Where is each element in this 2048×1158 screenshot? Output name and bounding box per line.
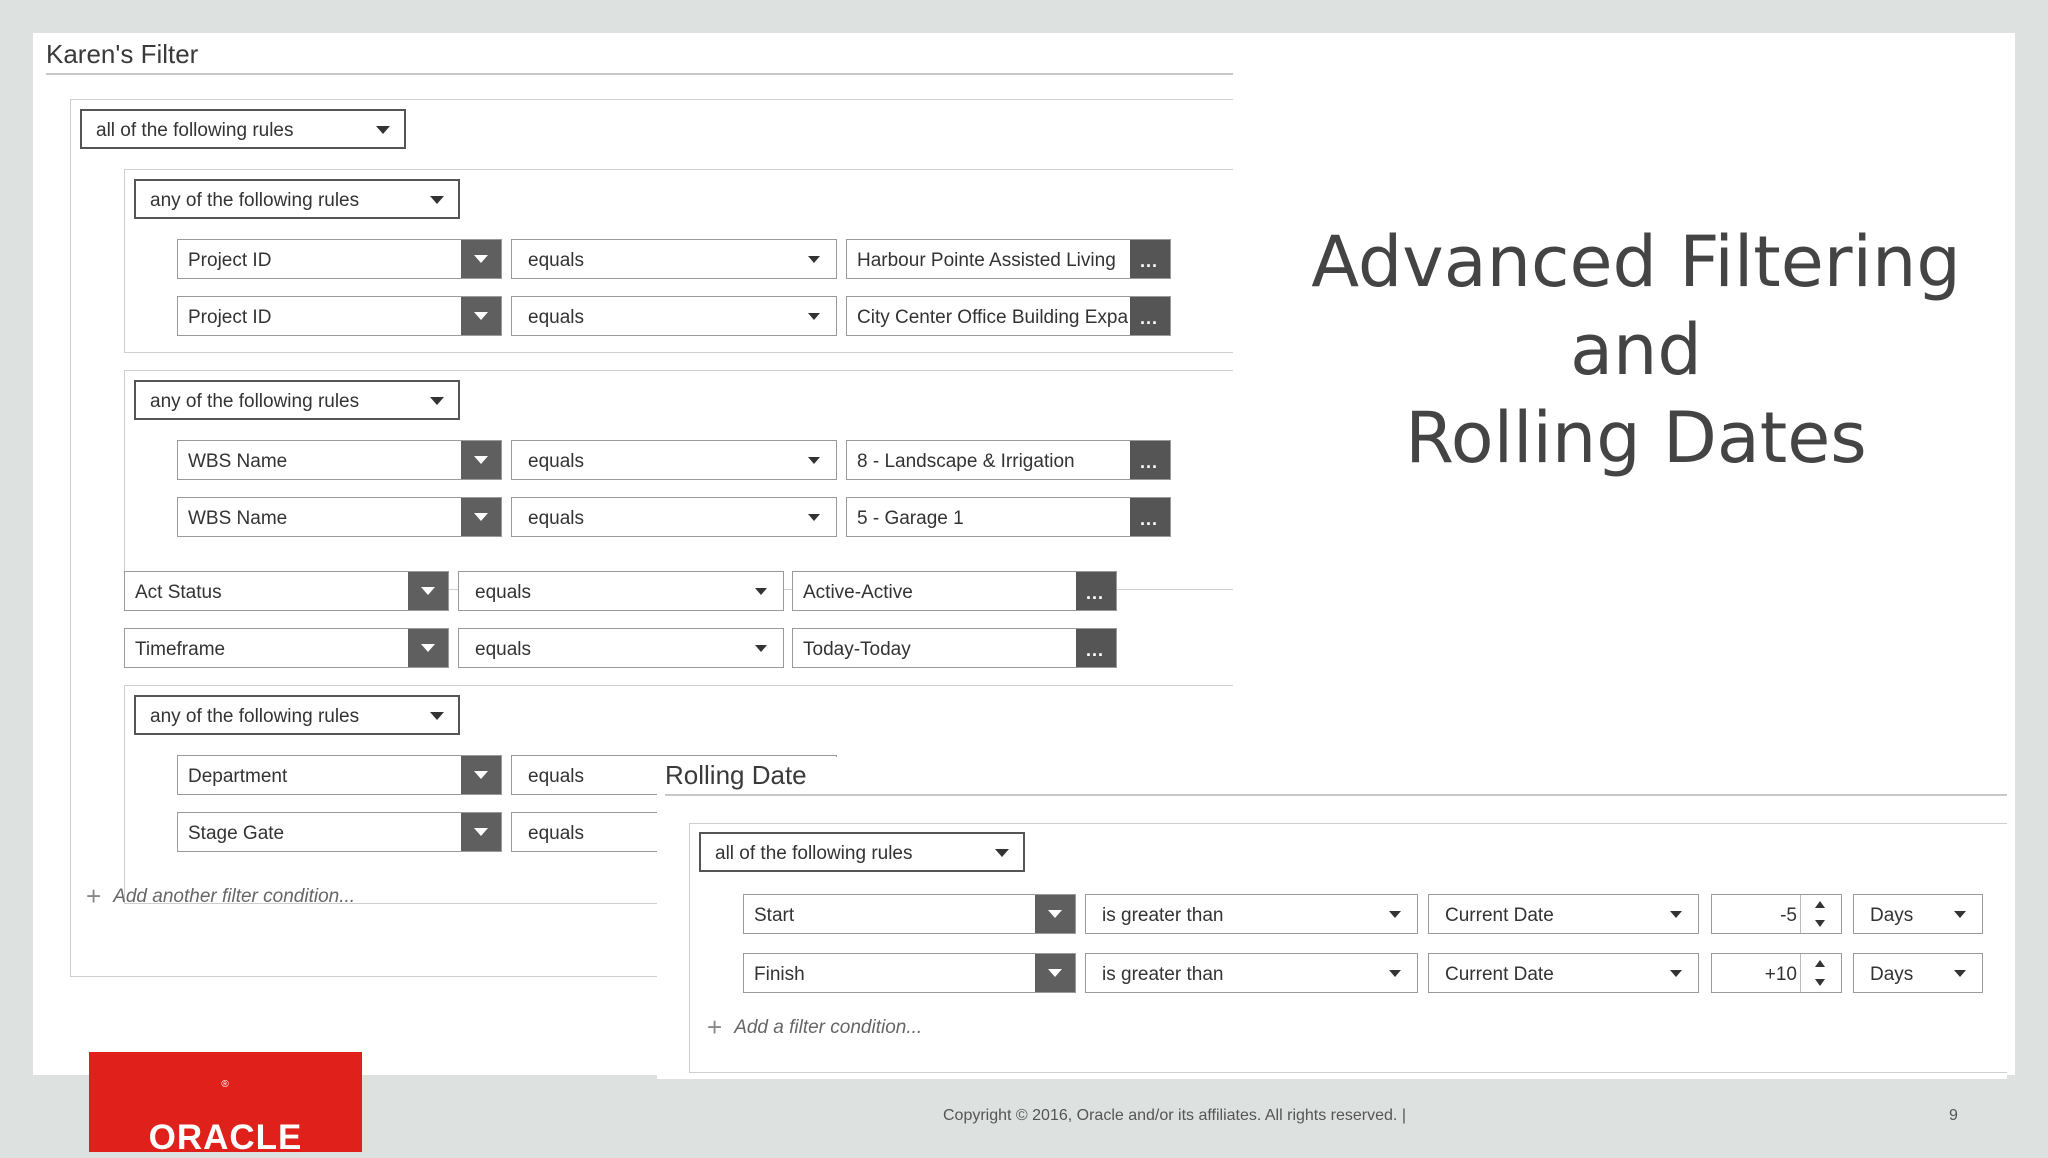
group1-match-dropdown[interactable]: any of the following rules [134,179,460,219]
more-icon: ... [1086,583,1105,603]
reference-date-select[interactable]: Current Date [1428,953,1699,993]
rolling-match-dropdown[interactable]: all of the following rules [699,832,1025,872]
stepper-buttons[interactable] [1800,954,1841,992]
operator-select[interactable]: equals [458,628,784,668]
operator-select[interactable]: equals [458,571,784,611]
chevron-down-icon [808,313,820,320]
add-filter-condition-link[interactable]: + Add a filter condition... [707,1009,922,1042]
offset-stepper[interactable]: -5 [1711,894,1842,934]
operator-select[interactable]: equals [511,440,837,480]
chevron-down-icon [808,256,820,263]
decrement-icon[interactable] [1815,979,1825,986]
group2-match-dropdown[interactable]: any of the following rules [134,380,460,420]
value-field[interactable]: Today-Today ... [792,628,1117,668]
unit-select[interactable]: Days [1853,894,1983,934]
field-select[interactable]: WBS Name [177,497,502,537]
filter-title-divider [46,73,1233,75]
operator-select[interactable]: is greater than [1085,953,1418,993]
field-select[interactable]: Stage Gate [177,812,502,852]
field-select[interactable]: Project ID [177,239,502,279]
value-field[interactable]: 8 - Landscape & Irrigation ... [846,440,1171,480]
oracle-logo: ORACLE ® [89,1052,362,1157]
chevron-down-icon [1048,910,1062,918]
rolling-title-divider [665,794,2007,796]
chevron-down-icon [474,456,488,464]
copyright-notice: Copyright © 2016, Oracle and/or its affi… [943,1107,1406,1124]
operator-select[interactable]: equals [511,239,837,279]
chevron-down-icon [376,126,390,134]
slide-heading: Advanced Filtering and Rolling Dates [1311,221,1961,479]
chevron-down-icon [430,712,444,720]
increment-icon[interactable] [1815,901,1825,908]
plus-icon: + [707,1012,723,1042]
value-field[interactable]: City Center Office Building Expa ... [846,296,1171,336]
chevron-down-icon [1389,970,1401,977]
field-select[interactable]: Timeframe [124,628,449,668]
chevron-down-icon [755,588,767,595]
rolling-panel-title: Rolling Date [665,760,807,790]
chevron-down-icon [421,587,435,595]
root-match-dropdown[interactable]: all of the following rules [80,109,406,149]
chevron-down-icon [1048,969,1062,977]
field-select[interactable]: WBS Name [177,440,502,480]
operator-select[interactable]: equals [511,296,837,336]
value-field[interactable]: Harbour Pointe Assisted Living ... [846,239,1171,279]
stepper-buttons[interactable] [1800,895,1841,933]
more-icon: ... [1140,251,1159,271]
filter-panel-title: Karen's Filter [46,39,199,69]
ellipsis-button[interactable]: ... [1076,572,1116,610]
value-field[interactable]: Active-Active ... [792,571,1117,611]
offset-stepper[interactable]: +10 [1711,953,1842,993]
ellipsis-button[interactable]: ... [1130,297,1170,335]
field-select[interactable]: Act Status [124,571,449,611]
date-field-select[interactable]: Finish [743,953,1076,993]
rolling-date-panel: Rolling Date all of the following rules … [657,757,2007,1079]
chevron-down-icon [1670,970,1682,977]
add-filter-condition-link[interactable]: + Add another filter condition... [86,878,355,911]
field-select[interactable]: Department [177,755,502,795]
chevron-down-icon [1954,911,1966,918]
chevron-down-icon [1389,911,1401,918]
operator-select[interactable]: equals [511,497,837,537]
ellipsis-button[interactable]: ... [1130,498,1170,536]
page-number: 9 [1949,1107,1958,1124]
decrement-icon[interactable] [1815,920,1825,927]
chevron-down-icon [421,644,435,652]
plus-icon: + [86,881,102,911]
chevron-down-icon [430,397,444,405]
chevron-down-icon [1954,970,1966,977]
chevron-down-icon [474,771,488,779]
date-field-select[interactable]: Start [743,894,1076,934]
chevron-down-icon [995,849,1009,857]
ellipsis-button[interactable]: ... [1130,441,1170,479]
operator-select[interactable]: is greater than [1085,894,1418,934]
group3-match-dropdown[interactable]: any of the following rules [134,695,460,735]
chevron-down-icon [474,828,488,836]
field-select[interactable]: Project ID [177,296,502,336]
ellipsis-button[interactable]: ... [1130,240,1170,278]
chevron-down-icon [808,514,820,521]
chevron-down-icon [808,457,820,464]
chevron-down-icon [474,513,488,521]
value-field[interactable]: 5 - Garage 1 ... [846,497,1171,537]
more-icon: ... [1140,452,1159,472]
ellipsis-button[interactable]: ... [1076,629,1116,667]
more-icon: ... [1140,308,1159,328]
more-icon: ... [1086,640,1105,660]
increment-icon[interactable] [1815,960,1825,967]
unit-select[interactable]: Days [1853,953,1983,993]
chevron-down-icon [474,255,488,263]
more-icon: ... [1140,509,1159,529]
chevron-down-icon [755,645,767,652]
chevron-down-icon [430,196,444,204]
reference-date-select[interactable]: Current Date [1428,894,1699,934]
chevron-down-icon [1670,911,1682,918]
chevron-down-icon [474,312,488,320]
